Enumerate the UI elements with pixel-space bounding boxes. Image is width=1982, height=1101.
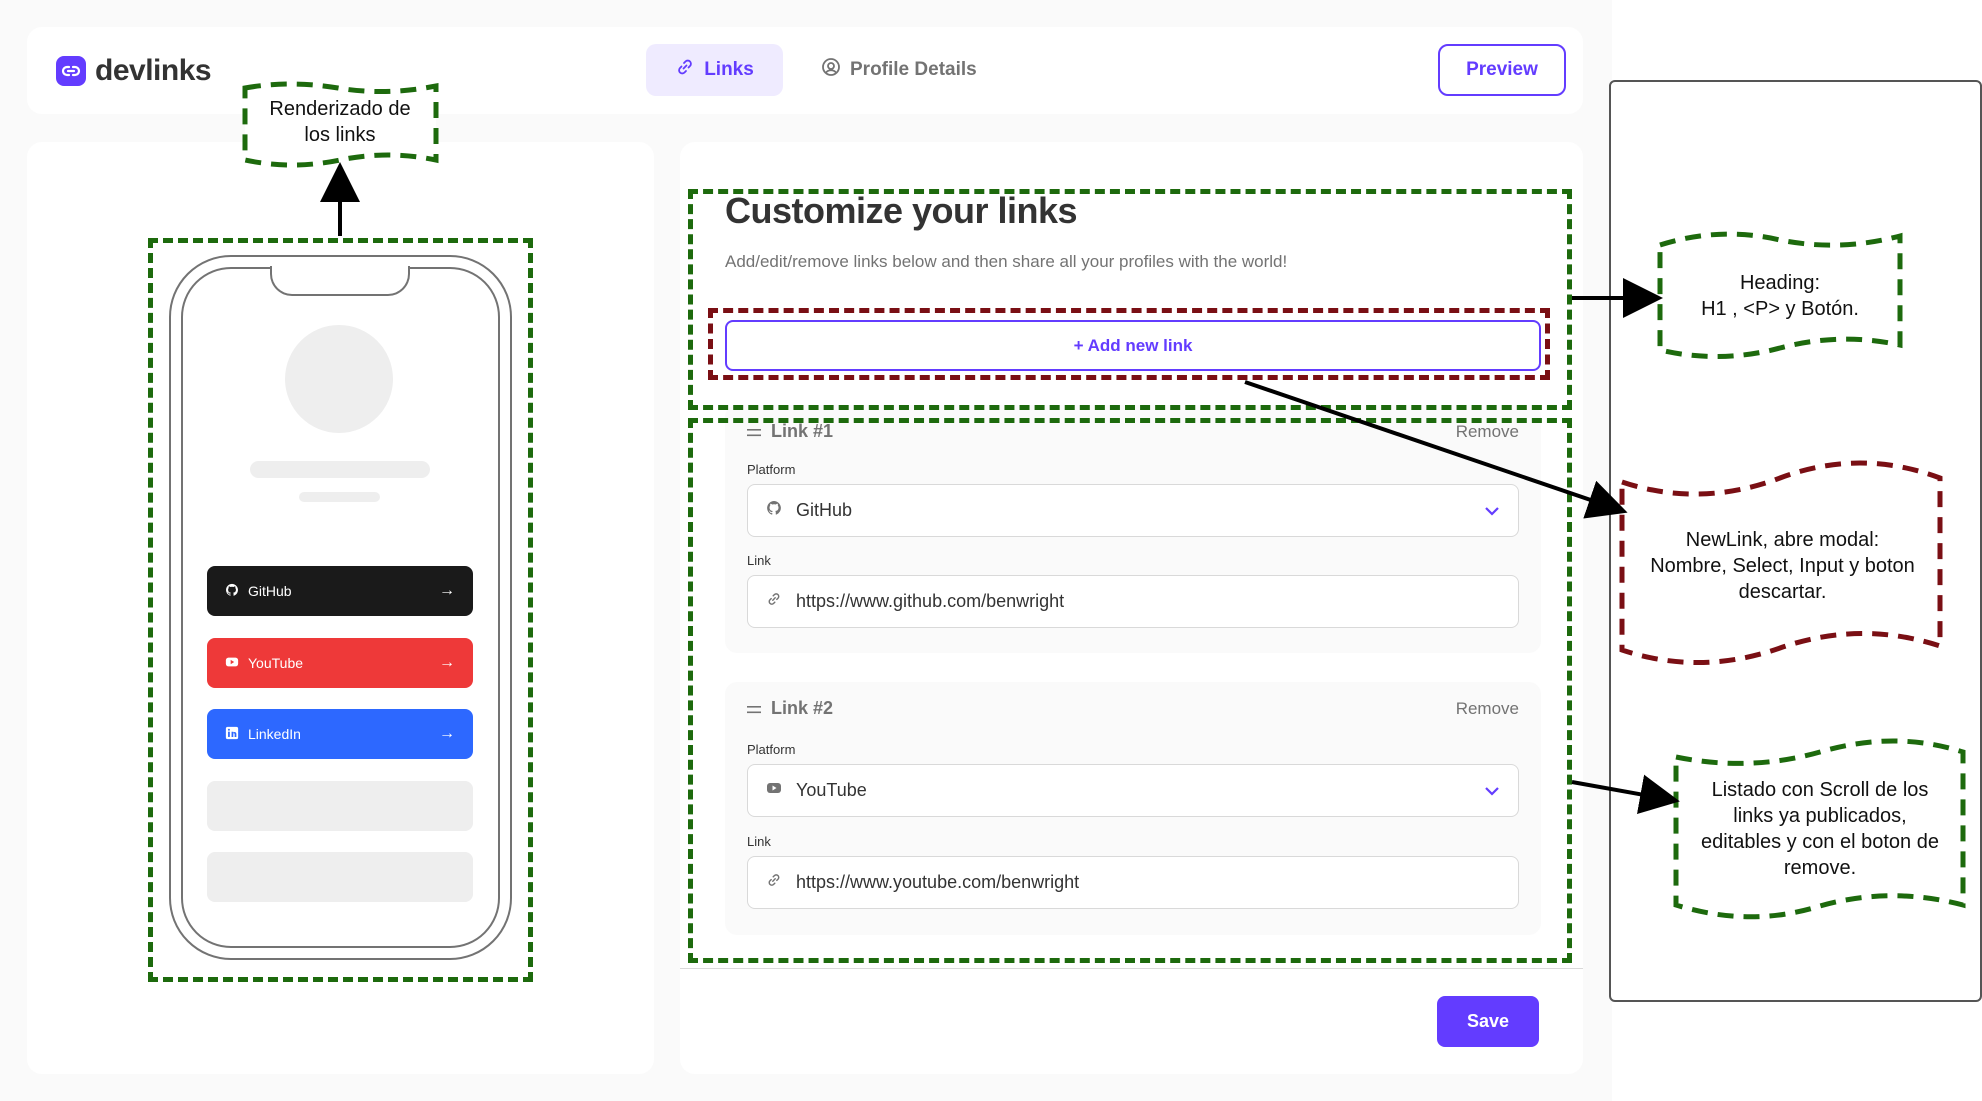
note-line: links ya publicados, [1733, 805, 1907, 827]
note-line: los links [304, 124, 376, 146]
arrow-newlink [1244, 380, 1628, 519]
note-line: editables y con el boton de [1701, 831, 1939, 853]
note-line: Listado con Scroll de los [1711, 779, 1929, 801]
note-line: remove. [1783, 857, 1857, 879]
note-line: Heading: [1739, 272, 1821, 294]
annotation-heading: Heading: H1 , <P> y Botón. [1665, 270, 1895, 322]
note-line: descartar. [1738, 581, 1827, 603]
annotation-newlink: NewLink, abre modal: Nombre, Select, Inp… [1630, 527, 1935, 605]
annotation-list: Listado con Scroll de los links ya publi… [1680, 777, 1960, 881]
note-line: H1 , <P> y Botón. [1701, 298, 1859, 320]
arrow-list [1571, 774, 1680, 815]
note-line: NewLink, abre modal: [1685, 529, 1880, 551]
note-line: Nombre, Select, Input y boton [1650, 555, 1915, 577]
annotation-render-links: Renderizado de los links [250, 96, 430, 148]
note-line: Renderizado de [269, 98, 411, 120]
